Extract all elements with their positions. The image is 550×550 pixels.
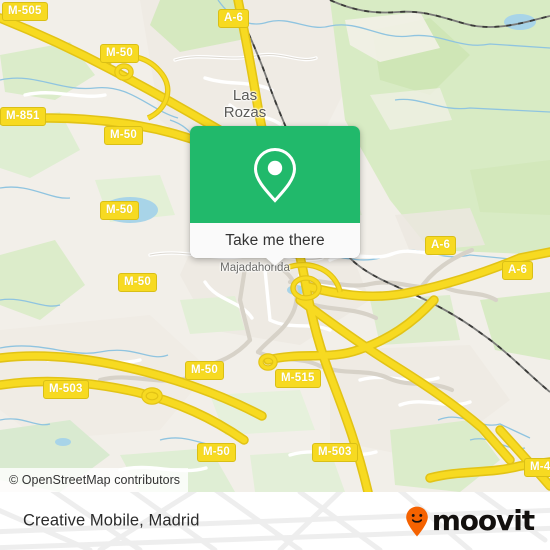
- map-pin-icon: [253, 147, 297, 203]
- road-shield: A-6: [425, 236, 457, 255]
- page-title: Creative Mobile, Madrid: [23, 511, 200, 530]
- road-shield: M-851: [0, 107, 46, 126]
- place-label-line: Rozas: [223, 104, 267, 121]
- road-shield: M-50: [100, 44, 140, 63]
- moovit-wordmark: moovit: [431, 504, 535, 537]
- popup-icon-area: [190, 126, 360, 223]
- road-shield: M-50: [118, 273, 158, 292]
- road-shield: M-50: [100, 201, 140, 220]
- road-shield: M-50: [197, 443, 237, 462]
- road-shield: A-6: [218, 9, 250, 28]
- moovit-station-map-page: Las Rozas Majadahonda M-505 A-6 M-50 M-851 M…: [0, 0, 550, 550]
- road-shield: M-515: [275, 369, 321, 388]
- moovit-logo[interactable]: moovit: [403, 504, 535, 537]
- take-me-there-button[interactable]: Take me there: [190, 223, 360, 258]
- place-label-las-rozas: Las Rozas: [210, 87, 280, 121]
- map-canvas[interactable]: Las Rozas Majadahonda M-505 A-6 M-50 M-851 M…: [0, 0, 550, 492]
- take-me-there-popup[interactable]: Take me there: [190, 126, 360, 266]
- osm-attribution-text: © OpenStreetMap contributors: [9, 473, 181, 487]
- take-me-there-label: Take me there: [225, 231, 325, 249]
- road-shield: M-40: [524, 458, 550, 477]
- road-shield: M-503: [312, 443, 358, 462]
- place-label-majadahonda: Majadahonda: [205, 262, 305, 275]
- place-label-line: Las: [232, 87, 258, 104]
- place-label-line: Majadahonda: [220, 262, 290, 274]
- road-shield: M-50: [104, 126, 144, 145]
- road-shield: A-6: [502, 261, 534, 280]
- popup-pointer-tail: [265, 257, 285, 266]
- road-shield: M-503: [43, 380, 89, 399]
- moovit-smiley-pin-icon: [405, 506, 428, 537]
- road-shield: M-505: [2, 2, 48, 21]
- footer-bar: Creative Mobile, Madrid moovit: [0, 492, 550, 550]
- road-shield: M-50: [185, 361, 225, 380]
- osm-attribution[interactable]: © OpenStreetMap contributors: [0, 468, 189, 492]
